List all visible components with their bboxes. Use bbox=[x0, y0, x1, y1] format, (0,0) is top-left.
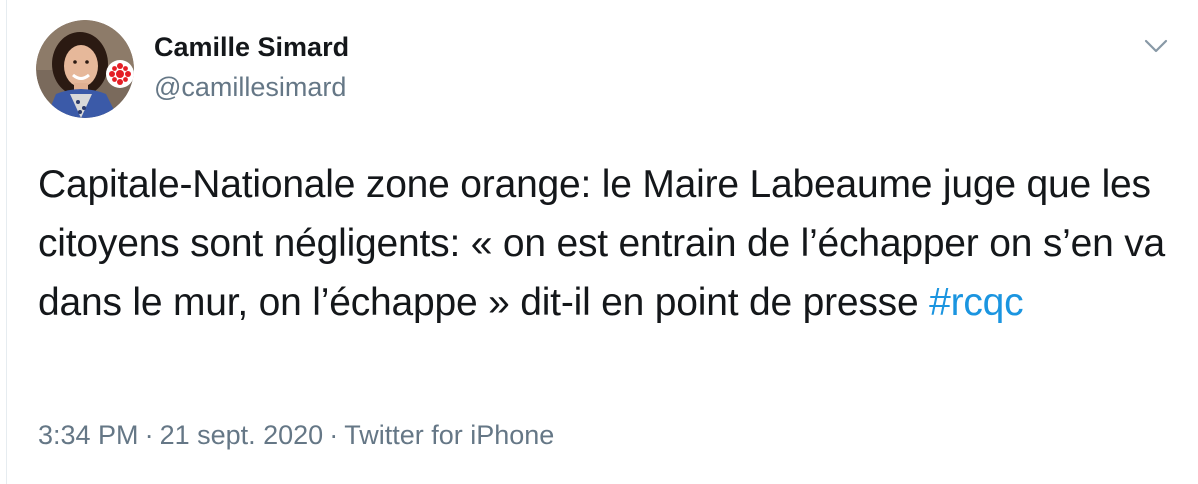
tweet-card: Camille Simard @camillesimard Capitale-N… bbox=[0, 0, 1198, 484]
avatar-image bbox=[36, 20, 134, 118]
author-handle[interactable]: @camillesimard bbox=[154, 72, 346, 103]
tweet-metadata: 3:34 PM · 21 sept. 2020 · Twitter for iPhone bbox=[38, 420, 554, 451]
tweet-date[interactable]: 21 sept. 2020 bbox=[160, 420, 324, 450]
timeline-divider bbox=[6, 0, 7, 484]
separator: · bbox=[329, 420, 339, 450]
tweet-menu-button[interactable] bbox=[1140, 32, 1172, 60]
tweet-text: Capitale-Nationale zone orange: le Maire… bbox=[38, 155, 1173, 332]
tweet-source-link[interactable]: Twitter for iPhone bbox=[344, 420, 554, 450]
separator: · bbox=[144, 420, 154, 450]
hashtag-link[interactable]: #rcqc bbox=[929, 281, 1024, 324]
cbc-logo-icon bbox=[106, 60, 134, 88]
avatar[interactable] bbox=[36, 20, 134, 118]
tweet-time[interactable]: 3:34 PM bbox=[38, 420, 139, 450]
chevron-down-icon bbox=[1144, 39, 1168, 53]
author-name[interactable]: Camille Simard bbox=[154, 32, 349, 63]
